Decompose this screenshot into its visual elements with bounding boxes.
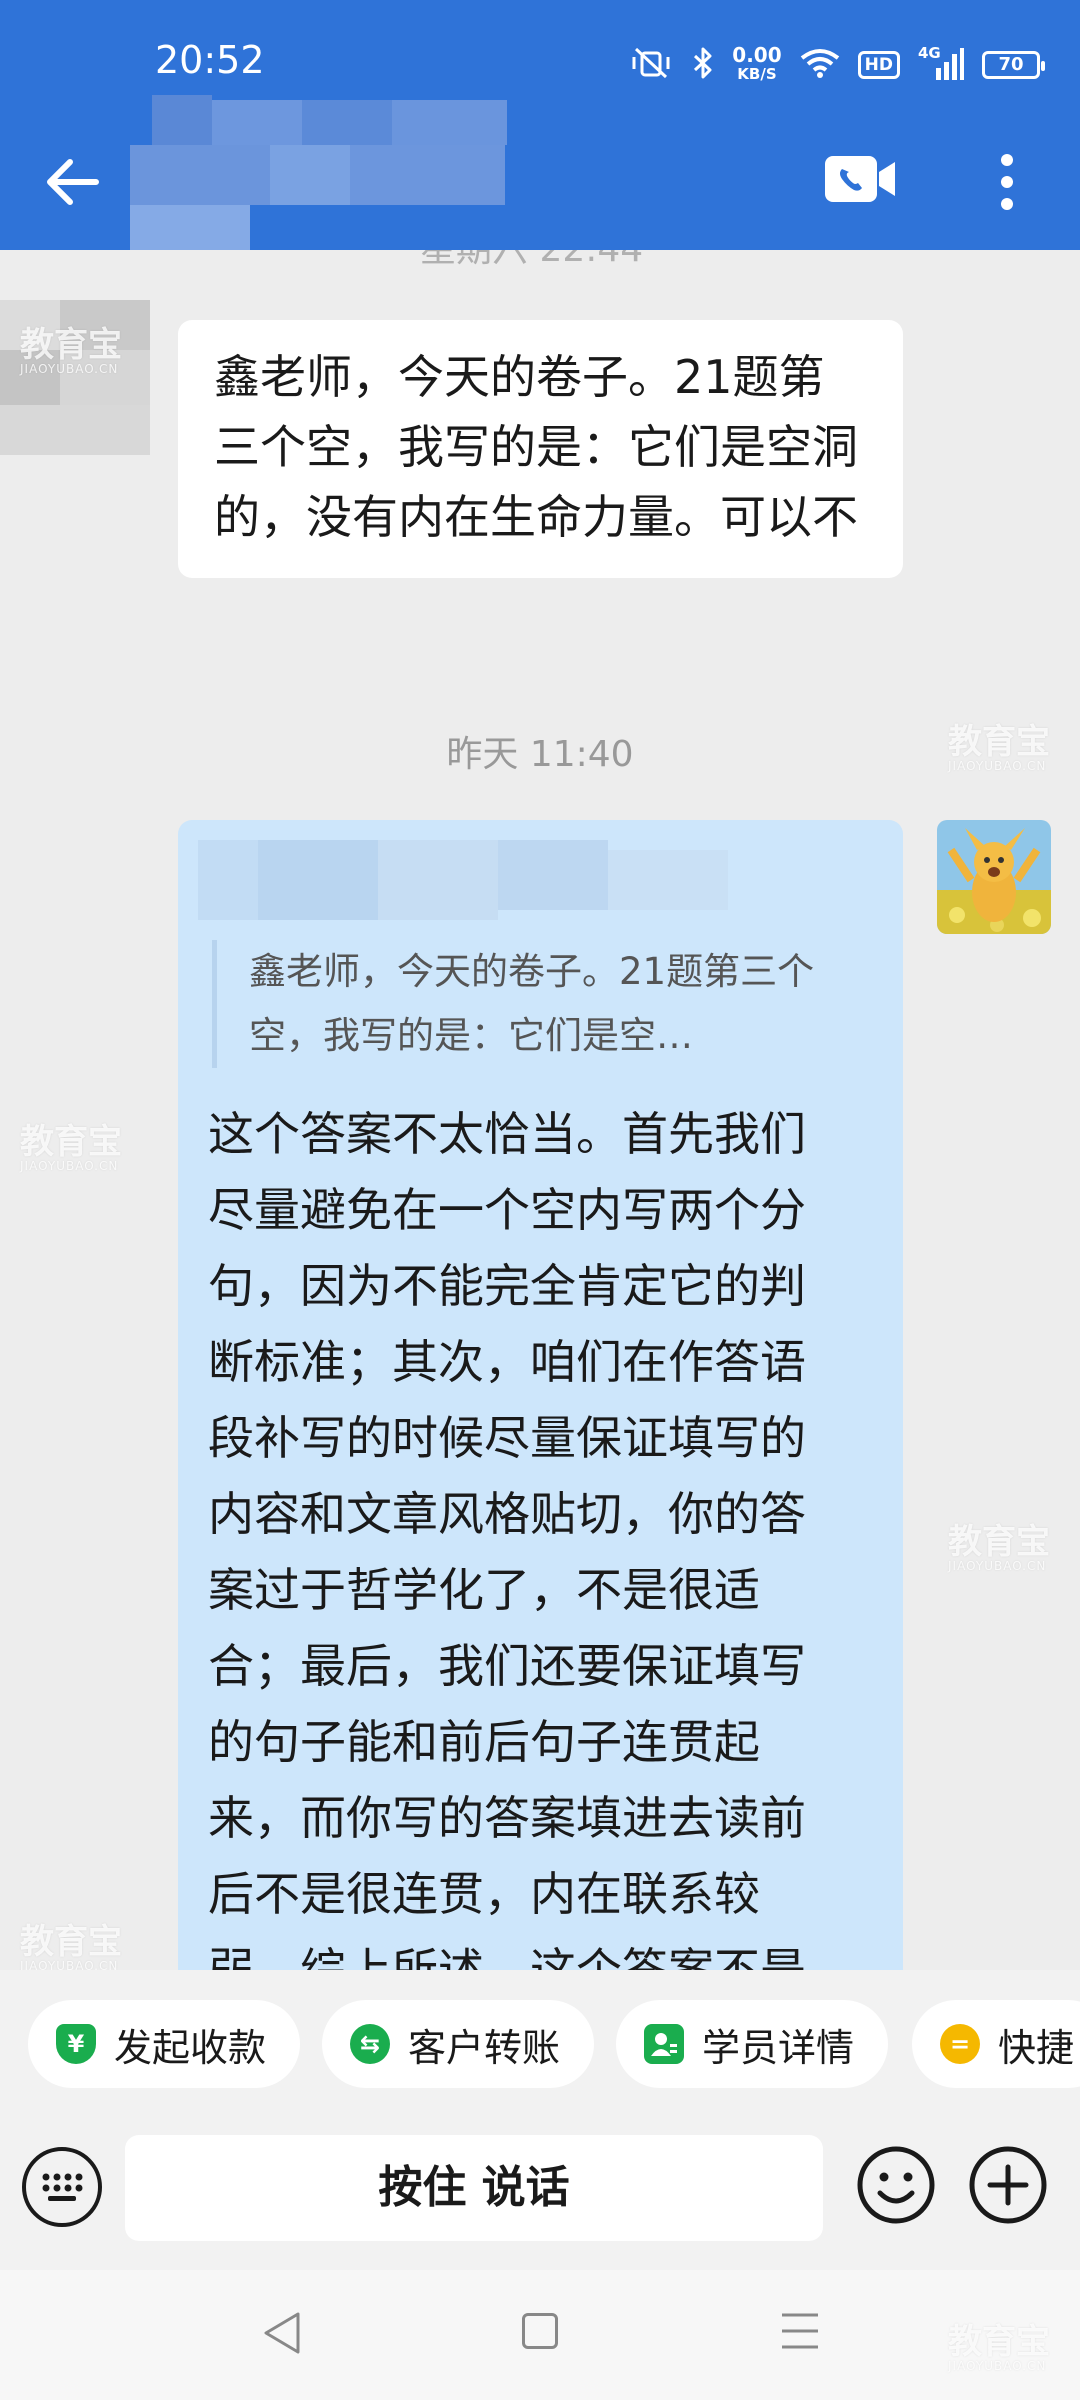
my-avatar[interactable] — [937, 820, 1051, 934]
watermark-sub: JIAOYUBAO.CN — [948, 2359, 1047, 2373]
outgoing-message-bubble[interactable]: 鑫老师，今天的卷子。21题第三个空，我写的是：它们是空… 这个答案不太恰当。首先… — [178, 820, 903, 1970]
vibrate-mute-icon — [628, 47, 674, 83]
hold-to-talk-button[interactable]: 按住 说话 — [125, 2135, 823, 2241]
chat-screen: 20:52 0.00 KB/S HD 4G 70 教育宝 JIAOYUBAO.C… — [0, 0, 1080, 2400]
arrow-left-icon — [47, 159, 99, 205]
sender-avatar-redacted — [0, 300, 150, 455]
quick-reply-icon: = — [940, 2024, 980, 2064]
video-call-icon — [825, 156, 895, 202]
quoted-message[interactable]: 鑫老师，今天的卷子。21题第三个空，我写的是：它们是空… — [212, 940, 871, 1068]
keyboard-toggle-button[interactable] — [22, 2147, 102, 2227]
quick-action-label: 学员详情 — [702, 2025, 855, 2070]
watermark-sub: JIAOYUBAO.CN — [20, 362, 119, 376]
watermark-text: 教育宝 — [948, 1522, 1050, 1562]
nav-back-button[interactable] — [262, 2310, 302, 2356]
wifi-icon — [800, 48, 840, 82]
watermark-text: 教育宝 — [948, 722, 1050, 762]
cartoon-avatar-icon — [937, 820, 1051, 934]
watermark: 教育宝 JIAOYUBAO.CN — [20, 328, 122, 376]
input-bar: 按住 说话 — [0, 2095, 1080, 2270]
more-functions-button[interactable] — [968, 2145, 1048, 2225]
nav-recent-icon — [782, 2313, 818, 2349]
quick-action-label: 快捷 — [998, 2025, 1075, 2070]
back-button[interactable] — [40, 150, 104, 214]
emoji-button[interactable] — [856, 2145, 936, 2225]
watermark-text: 教育宝 — [20, 1922, 122, 1962]
nav-recent-button[interactable] — [780, 2312, 820, 2350]
hd-badge: HD — [857, 51, 900, 79]
watermark-sub: JIAOYUBAO.CN — [948, 1559, 1047, 1573]
system-nav-bar: 教育宝 JIAOYUBAO.CN — [0, 2270, 1080, 2400]
watermark: 教育宝 JIAOYUBAO.CN — [948, 725, 1050, 773]
net-speed-value: 0.00 — [732, 43, 782, 67]
quick-action-label: 客户转账 — [408, 2025, 561, 2070]
watermark: 教育宝 JIAOYUBAO.CN — [20, 1125, 122, 1173]
faded-timestamp: 星期六 22:44 — [420, 250, 643, 272]
watermark-text: 教育宝 — [948, 2322, 1050, 2362]
more-options-button[interactable] — [992, 150, 1022, 214]
quick-action-quick-reply[interactable]: = 快捷 — [912, 2000, 1080, 2088]
payment-shield-icon: ¥ — [56, 2024, 96, 2064]
watermark: 教育宝 JIAOYUBAO.CN — [948, 2325, 1050, 2373]
quote-sender-redacted — [198, 840, 871, 940]
watermark: 教育宝 JIAOYUBAO.CN — [948, 1525, 1050, 1573]
quoted-message-text: 鑫老师，今天的卷子。21题第三个空，我写的是：它们是空… — [249, 950, 815, 1057]
status-icons: 0.00 KB/S HD 4G 70 — [628, 40, 1045, 90]
transfer-icon: ⇆ — [350, 2024, 390, 2064]
message-list[interactable]: 星期六 22:44 教育宝 JIAOYUBAO.CN 鑫老师，今天的卷子。21题… — [0, 250, 1080, 1970]
keyboard-icon — [42, 2173, 83, 2201]
message-timestamp: 昨天 11:40 — [446, 734, 634, 775]
net-speed: 0.00 KB/S — [732, 43, 782, 84]
nav-back-icon — [264, 2312, 300, 2354]
watermark-text: 教育宝 — [20, 1122, 122, 1162]
more-vertical-icon — [1001, 154, 1013, 210]
quick-action-payment[interactable]: ¥ 发起收款 — [28, 2000, 300, 2088]
quick-action-label: 发起收款 — [114, 2025, 267, 2070]
signal-icon: 4G — [918, 44, 964, 82]
outgoing-message-text: 这个答案不太恰当。首先我们尽量避免在一个空内写两个分句，因为不能完全肯定它的判断… — [208, 1107, 806, 1970]
watermark-sub: JIAOYUBAO.CN — [20, 1959, 119, 1970]
watermark: 教育宝 JIAOYUBAO.CN — [20, 1925, 122, 1970]
nav-home-button[interactable] — [522, 2313, 558, 2349]
watermark-sub: JIAOYUBAO.CN — [948, 759, 1047, 773]
incoming-message-bubble[interactable]: 鑫老师，今天的卷子。21题第三个空，我写的是：它们是空洞的，没有内在生命力量。可… — [178, 320, 903, 578]
net-speed-unit: KB/S — [737, 65, 777, 83]
quick-action-bar: ¥ 发起收款 ⇆ 客户转账 学员详情 = 快捷 — [0, 1970, 1080, 2095]
plus-circle-icon — [969, 2146, 1047, 2224]
watermark-sub: JIAOYUBAO.CN — [20, 1159, 119, 1173]
incoming-message-text: 鑫老师，今天的卷子。21题第三个空，我写的是：它们是空洞的，没有内在生命力量。可… — [214, 350, 858, 544]
watermark-text: 教育宝 — [20, 325, 122, 365]
student-profile-icon — [644, 2024, 684, 2064]
battery-indicator: 70 — [982, 51, 1045, 79]
video-call-button[interactable] — [825, 156, 897, 202]
quick-action-transfer[interactable]: ⇆ 客户转账 — [322, 2000, 594, 2088]
header-bar: 20:52 0.00 KB/S HD 4G 70 — [0, 0, 1080, 250]
emoji-icon — [857, 2146, 935, 2224]
bluetooth-icon — [692, 46, 714, 84]
status-time: 20:52 — [155, 38, 265, 82]
quick-action-student[interactable]: 学员详情 — [616, 2000, 888, 2088]
